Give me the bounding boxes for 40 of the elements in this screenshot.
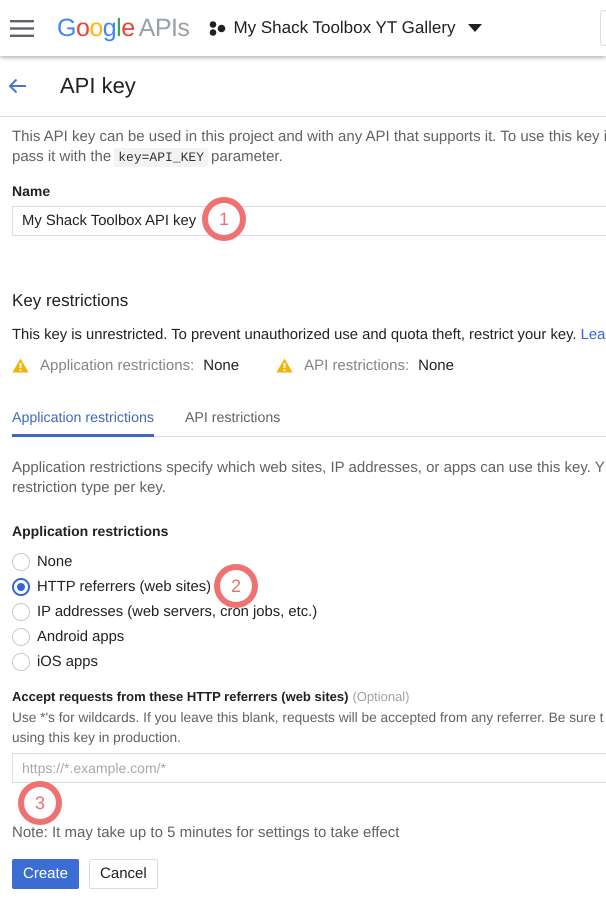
create-button[interactable]: Create bbox=[12, 858, 80, 888]
radio-button[interactable] bbox=[12, 602, 30, 620]
restriction-value: None bbox=[203, 356, 240, 374]
option-label[interactable]: None bbox=[37, 554, 72, 570]
learn-link[interactable]: Lea bbox=[580, 327, 606, 343]
menu-icon[interactable] bbox=[10, 20, 34, 36]
warning-icon bbox=[276, 358, 294, 372]
step-number-badge: 3 bbox=[18, 780, 62, 824]
section-heading: Key restrictions bbox=[12, 290, 130, 312]
google-apis-logo[interactable]: Google APIs bbox=[57, 13, 190, 43]
unrestricted-message: This key is unrestricted. To prevent unauthorized use and quota theft, restrict your key. Lea bbox=[12, 326, 606, 345]
note-text: Note: It may take up to 5 minutes for settings to take effect bbox=[12, 822, 400, 842]
restriction-label: API restrictions: bbox=[304, 356, 410, 374]
tab[interactable]: Application restrictions bbox=[12, 408, 154, 437]
search-field[interactable] bbox=[600, 10, 606, 46]
restriction-value: None bbox=[418, 356, 454, 374]
option-label[interactable]: iOS apps bbox=[37, 654, 98, 670]
cancel-button[interactable]: Cancel bbox=[89, 858, 158, 888]
radio-button[interactable] bbox=[12, 578, 30, 596]
caret-icon[interactable] bbox=[468, 24, 482, 32]
step-number-badge: 1 bbox=[202, 197, 246, 241]
warning-icon bbox=[12, 358, 29, 372]
description-text: Application restrictions specify which web sites, IP addresses, or apps can use this key. Y restriction type per key. bbox=[12, 458, 606, 498]
option-label[interactable]: HTTP referrers (web sites) bbox=[37, 578, 212, 594]
restriction-label: Application restrictions: bbox=[40, 356, 194, 374]
project-selector[interactable]: My Shack Toolbox YT Gallery bbox=[233, 18, 456, 38]
project-icon[interactable] bbox=[209, 20, 226, 36]
tab[interactable]: API restrictions bbox=[184, 408, 280, 437]
back-arrow-icon[interactable] bbox=[8, 78, 27, 94]
radio-button[interactable] bbox=[12, 652, 30, 670]
help-text: Use *'s for wildcards. If you leave this blank, requests will be accepted from any referrer. Be sure t using this key in production. bbox=[12, 708, 604, 747]
field-label: Name bbox=[12, 182, 52, 201]
radio-button[interactable] bbox=[12, 552, 30, 570]
radio-button[interactable] bbox=[12, 628, 30, 646]
field-label: Accept requests from these HTTP referrers (web sites) (Optional) bbox=[12, 688, 411, 706]
step-number-badge: 2 bbox=[214, 564, 258, 608]
intro-text: This API key can be used in this project and with any API that supports it. To use this key i pass it with the key=API_KEY parameter. bbox=[12, 127, 606, 168]
section-label: Application restrictions bbox=[12, 522, 170, 541]
page-title: API key bbox=[60, 72, 136, 100]
option-label[interactable]: Android apps bbox=[37, 628, 124, 644]
